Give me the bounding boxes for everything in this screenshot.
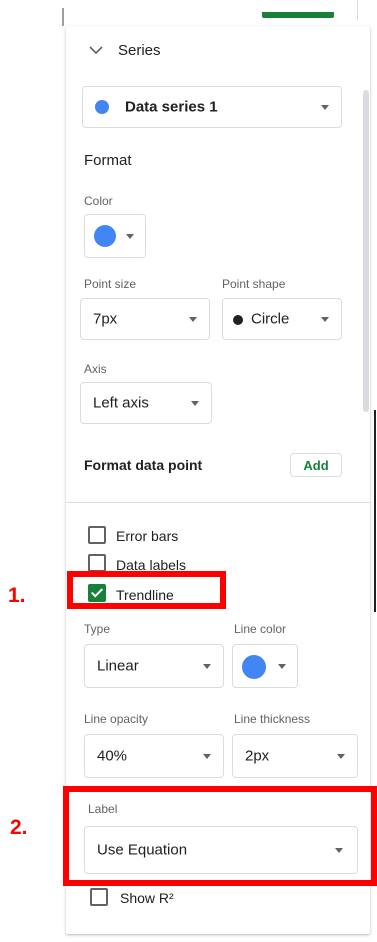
point-shape-value: Circle: [251, 310, 290, 328]
axis-label: Axis: [84, 362, 107, 376]
line-opacity-label: Line opacity: [84, 712, 149, 726]
line-color-swatch: [242, 655, 266, 679]
show-r2-label: Show R²: [120, 890, 174, 906]
trendline-type-value: Linear: [97, 657, 139, 675]
step-1-label: 1.: [8, 584, 26, 607]
section-divider: [66, 502, 370, 503]
format-data-point-label: Format data point: [84, 457, 203, 473]
line-thickness-label: Line thickness: [234, 712, 311, 726]
label-highlight-box: [63, 786, 377, 886]
circle-icon: [233, 315, 243, 325]
trendline-type-label: Type: [84, 622, 111, 636]
line-color-label: Line color: [234, 622, 287, 636]
chevron-down-icon: [337, 754, 345, 759]
line-thickness-value: 2px: [245, 747, 270, 765]
error-bars-label: Error bars: [116, 528, 179, 544]
chevron-down-icon: [203, 664, 211, 669]
panel-right-edge: [357, 0, 358, 20]
chevron-down-icon: [126, 234, 134, 239]
chevron-down-icon: [89, 46, 103, 55]
point-shape-label: Point shape: [222, 277, 286, 291]
add-data-point-button[interactable]: Add: [290, 453, 342, 477]
chevron-down-icon: [321, 317, 329, 322]
line-opacity-value: 40%: [97, 747, 128, 765]
point-size-value: 7px: [93, 310, 118, 328]
line-color-picker[interactable]: [232, 644, 298, 688]
scrollbar-thumb[interactable]: [363, 90, 369, 412]
axis-select[interactable]: Left axis: [80, 382, 212, 424]
point-size-select[interactable]: 7px: [80, 298, 210, 340]
color-picker[interactable]: [84, 214, 146, 258]
chevron-down-icon: [189, 317, 197, 322]
series-section-header[interactable]: Series: [88, 40, 208, 60]
series-section-title: Series: [118, 42, 161, 59]
line-thickness-select[interactable]: 2px: [232, 734, 358, 778]
data-labels-checkbox[interactable]: [88, 554, 106, 572]
series-select-value: Data series 1: [125, 98, 218, 116]
point-shape-select[interactable]: Circle: [222, 298, 342, 340]
format-heading: Format: [84, 152, 132, 169]
chevron-down-icon: [203, 754, 211, 759]
color-label: Color: [84, 194, 113, 208]
step-2-label: 2.: [10, 816, 28, 839]
error-bars-checkbox[interactable]: [88, 526, 106, 544]
chevron-down-icon: [278, 664, 286, 669]
series-color-dot: [95, 100, 109, 114]
axis-value: Left axis: [93, 394, 149, 412]
panel-left-edge: [62, 8, 64, 26]
panel-border-line: [374, 410, 376, 612]
chevron-down-icon: [321, 105, 329, 110]
series-select[interactable]: Data series 1: [82, 86, 342, 128]
trendline-type-select[interactable]: Linear: [84, 644, 224, 688]
chevron-down-icon: [191, 401, 199, 406]
color-swatch: [94, 225, 116, 247]
show-r2-checkbox[interactable]: [90, 888, 108, 906]
line-opacity-select[interactable]: 40%: [84, 734, 224, 778]
trendline-highlight-box: [67, 571, 226, 609]
point-size-label: Point size: [84, 277, 137, 291]
top-green-button-edge[interactable]: [262, 12, 334, 18]
